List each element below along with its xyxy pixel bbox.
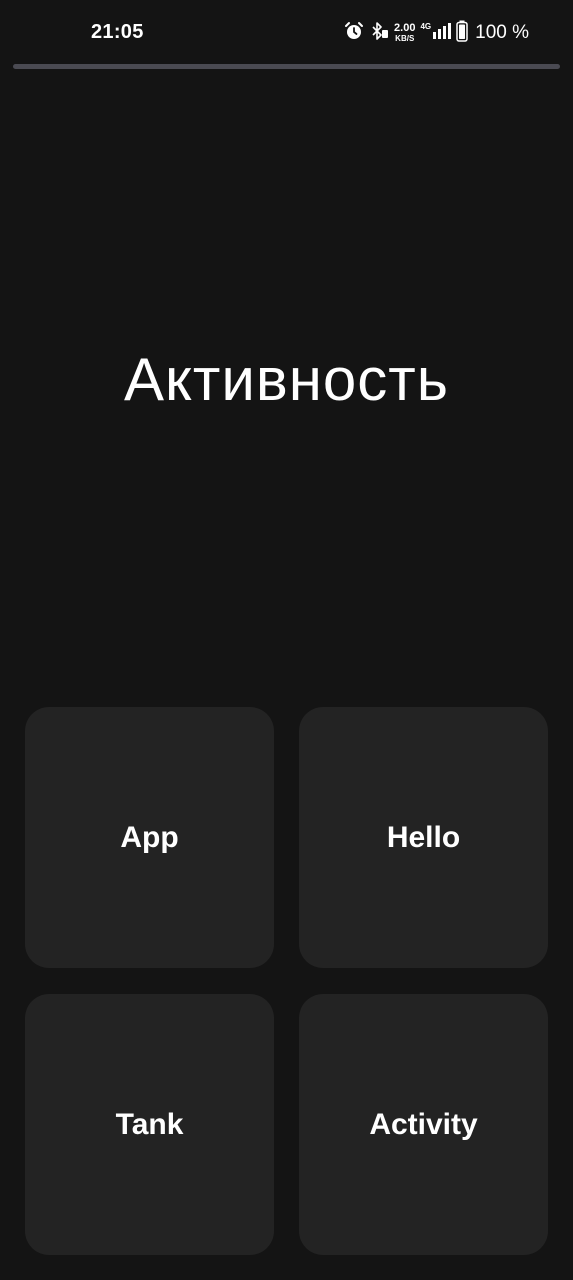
network-type: 4G (420, 22, 432, 31)
signal-icon (433, 21, 452, 46)
battery-percent: 100 % (475, 22, 529, 43)
status-time: 21:05 (91, 21, 144, 43)
tile-activity-button[interactable]: Activity (299, 994, 548, 1255)
progress-track (13, 64, 560, 69)
status-bar: 21:05 2.00 KB/S 4G 100 % (0, 0, 573, 64)
tile-app-button[interactable]: App (25, 707, 274, 968)
status-icons: 2.00 KB/S 4G 100 % (344, 20, 529, 46)
network-speed-unit: KB/S (395, 34, 415, 43)
tile-hello-button[interactable]: Hello (299, 707, 548, 968)
network-speed: 2.00 KB/S (394, 23, 415, 43)
tile-label: Tank (115, 1107, 184, 1141)
page-title: Активность (123, 346, 450, 413)
tile-label: Activity (369, 1107, 478, 1141)
alarm-icon (344, 21, 364, 46)
network-speed-value: 2.00 (394, 22, 416, 34)
bluetooth-icon (369, 21, 389, 46)
tile-tank-button[interactable]: Tank (25, 994, 274, 1255)
battery-icon (456, 20, 468, 47)
tile-label: App (120, 820, 179, 854)
tile-label: Hello (386, 820, 461, 854)
